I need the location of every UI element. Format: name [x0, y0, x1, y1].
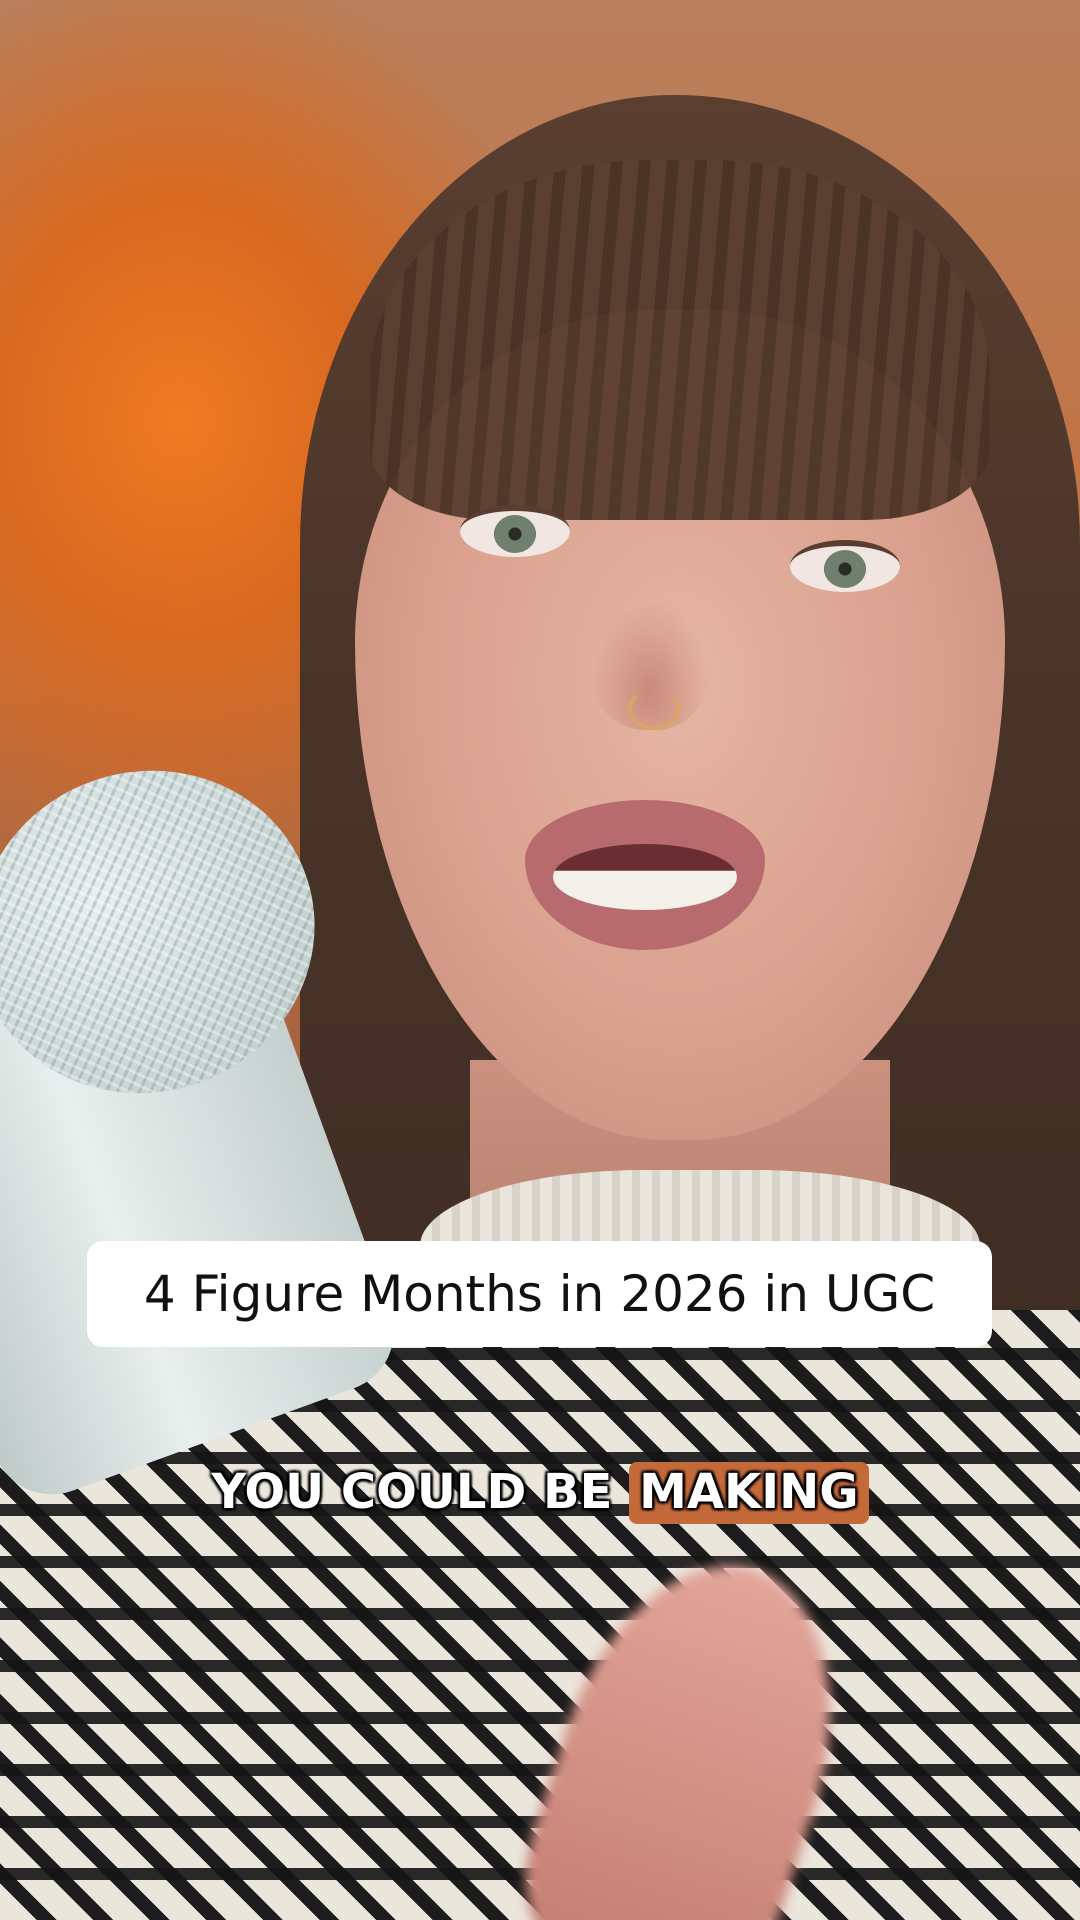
- video-frame[interactable]: [0, 0, 1080, 1920]
- subtitle-caption: YOU COULD BE MAKING: [0, 1462, 1080, 1524]
- left-eye: [460, 505, 570, 557]
- nose-ring: [628, 688, 680, 730]
- caption-plain-text: YOU COULD BE: [211, 1464, 613, 1520]
- right-eye: [790, 540, 900, 592]
- title-overlay: 4 Figure Months in 2026 in UGC: [87, 1241, 992, 1347]
- caption-highlight-word: MAKING: [629, 1462, 869, 1524]
- title-text: 4 Figure Months in 2026 in UGC: [143, 1265, 936, 1323]
